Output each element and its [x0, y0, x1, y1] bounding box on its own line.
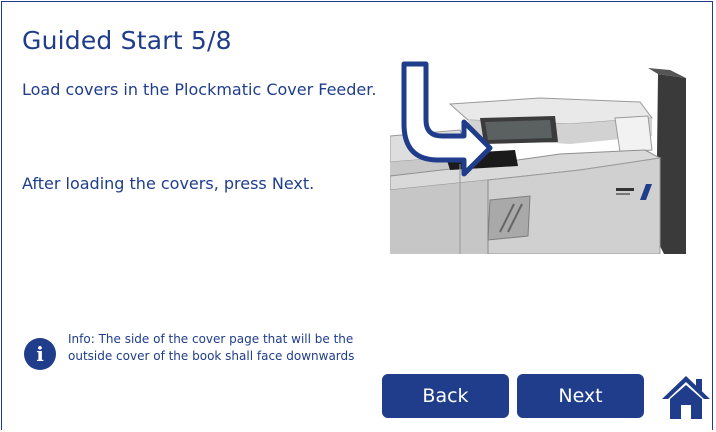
back-button[interactable]: Back: [382, 374, 509, 418]
cover-feeder-illustration: [390, 58, 686, 254]
instruction-text: Load covers in the Plockmatic Cover Feed…: [22, 80, 377, 99]
info-icon: i: [24, 338, 56, 370]
page-title: Guided Start 5/8: [22, 26, 232, 55]
home-icon[interactable]: [660, 373, 712, 421]
info-text: Info: The side of the cover page that wi…: [68, 332, 355, 363]
next-button[interactable]: Next: [517, 374, 644, 418]
instruction-next-text: After loading the covers, press Next.: [22, 174, 315, 193]
